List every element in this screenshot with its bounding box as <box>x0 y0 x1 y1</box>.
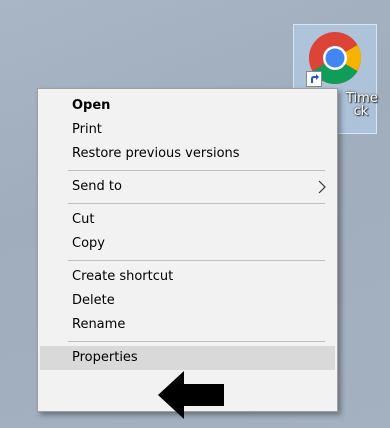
menu-item-create-shortcut[interactable]: Create shortcut <box>40 265 335 289</box>
context-menu: Open Print Restore previous versions Sen… <box>37 88 338 412</box>
menu-item-label: Send to <box>72 179 122 194</box>
menu-item-properties[interactable]: Properties <box>40 346 335 370</box>
menu-separator <box>68 170 325 171</box>
menu-separator <box>68 203 325 204</box>
menu-item-rename[interactable]: Rename <box>40 313 335 337</box>
menu-item-open[interactable]: Open <box>40 94 335 118</box>
black-left-arrow-icon <box>158 371 224 419</box>
menu-item-delete[interactable]: Delete <box>40 289 335 313</box>
menu-item-copy[interactable]: Copy <box>40 232 335 256</box>
menu-separator <box>68 260 325 261</box>
chevron-right-icon <box>318 180 326 194</box>
menu-item-print[interactable]: Print <box>40 118 335 142</box>
menu-item-restore-previous-versions[interactable]: Restore previous versions <box>40 142 335 166</box>
menu-separator <box>68 341 325 342</box>
menu-item-cut[interactable]: Cut <box>40 208 335 232</box>
shortcut-arrow-icon <box>306 71 322 87</box>
menu-item-send-to[interactable]: Send to <box>40 175 335 199</box>
